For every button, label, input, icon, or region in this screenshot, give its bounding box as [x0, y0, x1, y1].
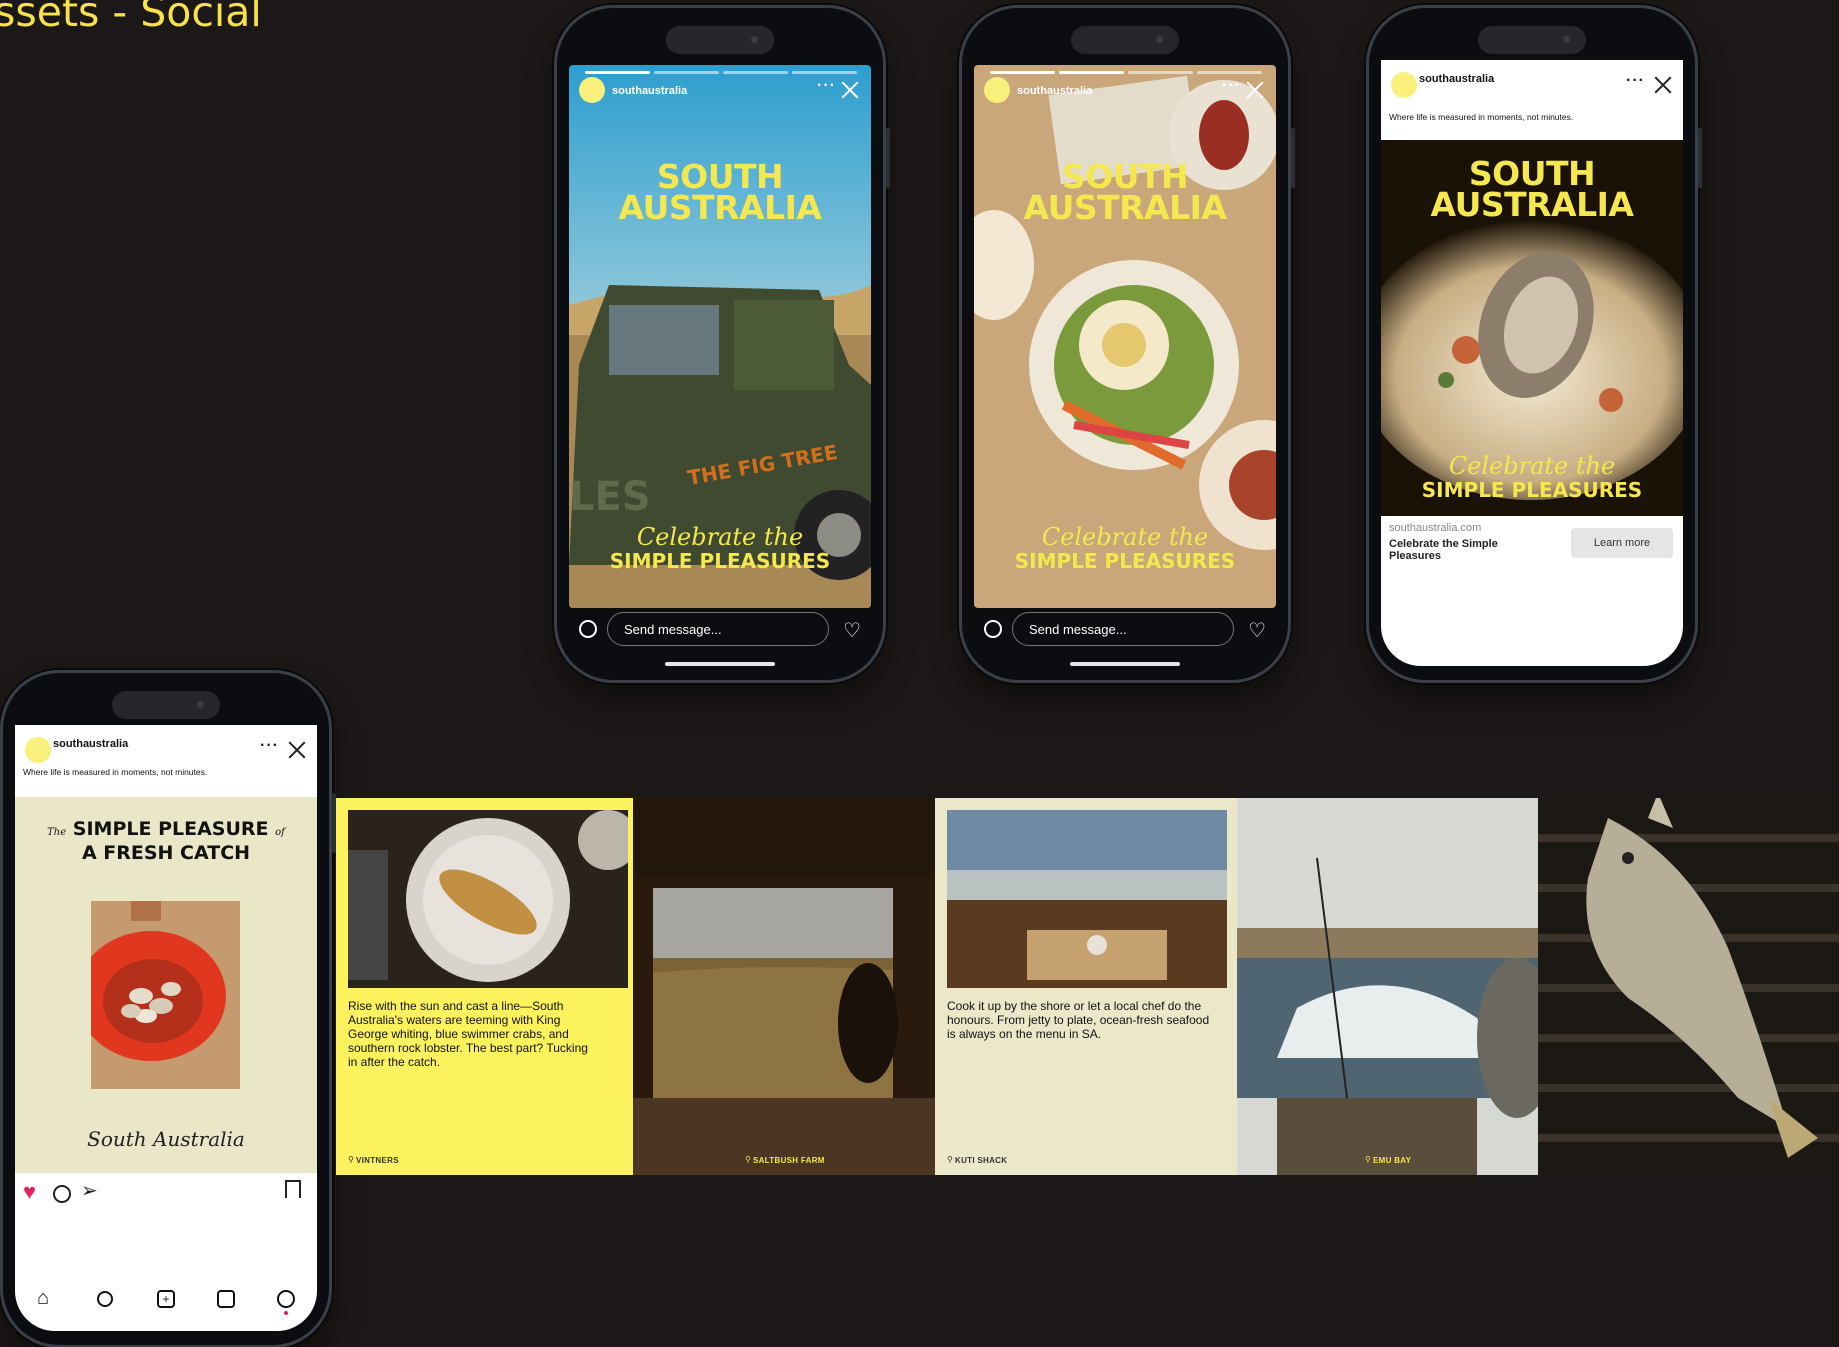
close-icon[interactable] [1654, 76, 1672, 94]
search-icon[interactable] [97, 1291, 113, 1307]
account-handle[interactable]: southaustralia [1017, 85, 1092, 97]
location-pin-icon: ⚲ [1365, 1155, 1371, 1164]
post-headline: The SIMPLE PLEASURE of A FRESH CATCH [15, 819, 317, 863]
carousel-caption: Cook it up by the shore or let a local c… [947, 999, 1210, 1041]
heart-icon[interactable]: ♥ [23, 1179, 36, 1205]
carousel-tile-4[interactable]: EMU BAY ⚲ [1237, 798, 1538, 1175]
account-tagline: Where life is measured in moments, not m… [1389, 112, 1574, 122]
ad-headline-line2: AUSTRALIA [1430, 185, 1634, 224]
feed-post-image[interactable]: The SIMPLE PLEASURE of A FRESH CATCH Sou… [15, 797, 317, 1173]
heart-icon[interactable]: ♡ [843, 618, 861, 643]
close-icon[interactable] [288, 741, 306, 759]
story-footer: Send message... ♡ [974, 610, 1276, 650]
story-image: THE FIG TREE LES southaustralia ··· SOUT… [569, 65, 871, 608]
ad-phone: southaustralia ··· Where life is measure… [1369, 8, 1702, 680]
story-headline-line2: AUSTRALIA [618, 188, 822, 227]
ad-image[interactable]: SOUTH AUSTRALIA Celebrate the SIMPLE PLE… [1381, 140, 1683, 516]
more-options-icon[interactable]: ··· [1626, 72, 1645, 90]
avatar[interactable] [1391, 72, 1417, 98]
home-indicator [665, 662, 775, 666]
reels-icon[interactable] [217, 1290, 235, 1308]
ad-caps-text: SIMPLE PLEASURES [1421, 478, 1643, 502]
bookmark-icon[interactable] [285, 1180, 301, 1198]
signature: South Australia [87, 1127, 245, 1151]
small-text: of [275, 827, 285, 838]
story-progress-bars [585, 71, 857, 74]
story-footer: Send message... ♡ [569, 610, 871, 650]
comment-icon[interactable] [53, 1185, 71, 1203]
close-icon[interactable] [1246, 81, 1264, 99]
ad-screen: southaustralia ··· Where life is measure… [1381, 60, 1683, 666]
more-options-icon[interactable]: ··· [817, 77, 836, 95]
account-handle[interactable]: southaustralia [53, 738, 128, 750]
small-text: The [47, 827, 67, 838]
location-label: EMU BAY [1373, 1156, 1412, 1165]
ad-cta-text: Celebrate the Simple Pleasures [1389, 538, 1498, 562]
dynamic-island [112, 691, 220, 719]
account-handle[interactable]: southaustralia [612, 85, 687, 97]
story-image: southaustralia ··· SOUTH AUSTRALIA Celeb… [974, 65, 1276, 608]
location-pin-icon: ⚲ [947, 1155, 953, 1164]
dynamic-island [666, 26, 774, 54]
camera-icon[interactable] [984, 620, 1002, 638]
more-options-icon[interactable]: ··· [260, 737, 279, 755]
home-indicator [1070, 662, 1180, 666]
send-message-input[interactable]: Send message... [607, 612, 829, 646]
heart-icon[interactable]: ♡ [1248, 618, 1266, 643]
location-pin-icon: ⚲ [745, 1155, 751, 1164]
avatar[interactable] [984, 77, 1010, 103]
location-label: KUTI SHACK [955, 1156, 1008, 1165]
dynamic-island [1071, 26, 1179, 54]
story-caps-text: SIMPLE PLEASURES [609, 549, 831, 573]
carousel-tile-3[interactable]: Cook it up by the shore or let a local c… [935, 798, 1237, 1175]
dynamic-island [1478, 26, 1586, 54]
notification-dot [284, 1311, 288, 1315]
story-headline-line2: AUSTRALIA [1023, 188, 1227, 227]
story-caps-text: SIMPLE PLEASURES [1014, 549, 1236, 573]
profile-icon[interactable] [277, 1290, 295, 1308]
ad-script-text: Celebrate the [1448, 452, 1616, 480]
account-handle[interactable]: southaustralia [1419, 73, 1494, 85]
story-phone-1: THE FIG TREE LES southaustralia ··· SOUT… [557, 8, 890, 680]
location-pin-icon: ⚲ [348, 1155, 354, 1164]
page-title: ssets - Social [0, 0, 262, 36]
share-icon[interactable]: ➢ [81, 1178, 98, 1203]
feed-screen: southaustralia ··· Where life is measure… [15, 725, 317, 1331]
location-label: SALTBUSH FARM [753, 1156, 825, 1165]
headline-line2: A FRESH CATCH [81, 842, 251, 864]
avatar[interactable] [25, 737, 51, 763]
location-label: VINTNERS [356, 1156, 399, 1165]
story-phone-2: southaustralia ··· SOUTH AUSTRALIA Celeb… [962, 8, 1295, 680]
story-progress-bars [990, 71, 1262, 74]
account-tagline: Where life is measured in moments, not m… [23, 767, 208, 777]
colander-photo [91, 901, 240, 1089]
create-icon[interactable]: + [157, 1290, 175, 1308]
feed-phone: southaustralia ··· Where life is measure… [3, 673, 336, 1345]
camera-icon[interactable] [579, 620, 597, 638]
send-message-input[interactable]: Send message... [1012, 612, 1234, 646]
carousel-tile-2[interactable]: SALTBUSH FARM ⚲ [633, 798, 935, 1175]
learn-more-button[interactable]: Learn more [1571, 528, 1673, 558]
avatar[interactable] [579, 77, 605, 103]
carousel-tile-1[interactable]: Rise with the sun and cast a line—South … [336, 798, 633, 1175]
story-script-text: Celebrate the [636, 523, 804, 551]
more-options-icon[interactable]: ··· [1222, 77, 1241, 95]
story-script-text: Celebrate the [1041, 523, 1209, 551]
svg-text:LES: LES [569, 474, 651, 520]
carousel-tile-5[interactable] [1538, 798, 1839, 1175]
home-icon[interactable]: ⌂ [37, 1287, 49, 1310]
close-icon[interactable] [841, 81, 859, 99]
ad-domain[interactable]: southaustralia.com [1389, 522, 1481, 534]
headline-line1: SIMPLE PLEASURE [72, 818, 269, 840]
carousel-caption: Rise with the sun and cast a line—South … [348, 999, 588, 1069]
